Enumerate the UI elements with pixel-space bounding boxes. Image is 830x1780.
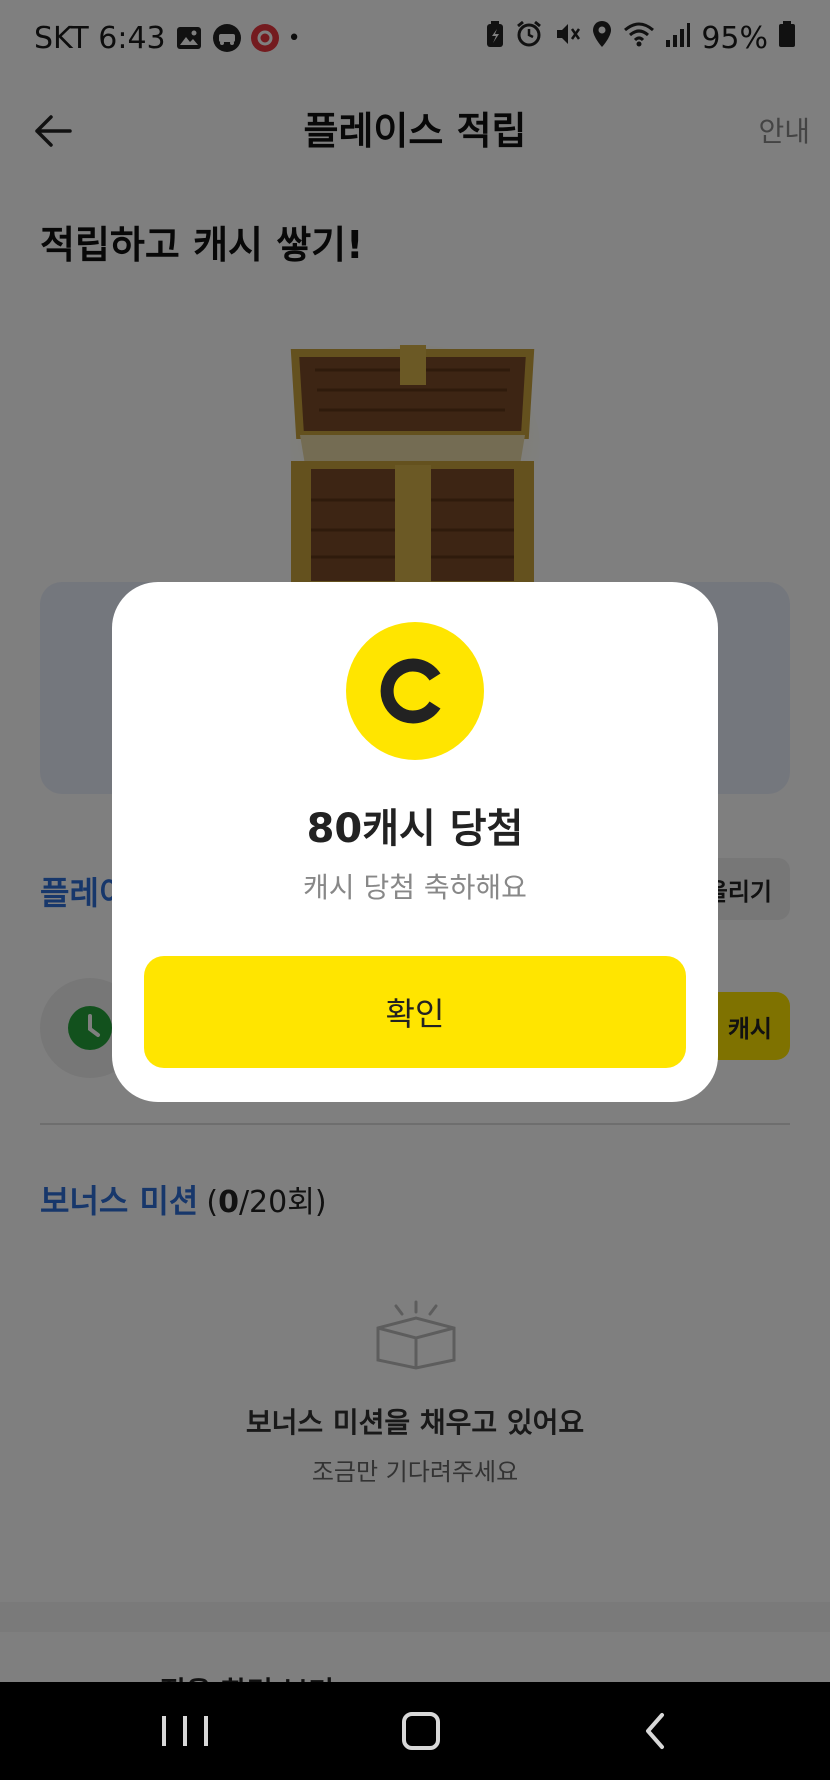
modal-subtitle: 캐시 당첨 축하해요 (303, 871, 527, 904)
cash-coin-icon (346, 622, 484, 760)
confirm-button[interactable]: 확인 (144, 956, 686, 1068)
reward-modal: 80캐시 당첨 캐시 당첨 축하해요 확인 (112, 582, 718, 1102)
recent-apps-button[interactable] (162, 1716, 208, 1746)
home-button[interactable] (402, 1712, 440, 1750)
modal-title: 80캐시 당첨 (306, 806, 524, 852)
system-back-button[interactable] (640, 1712, 670, 1750)
